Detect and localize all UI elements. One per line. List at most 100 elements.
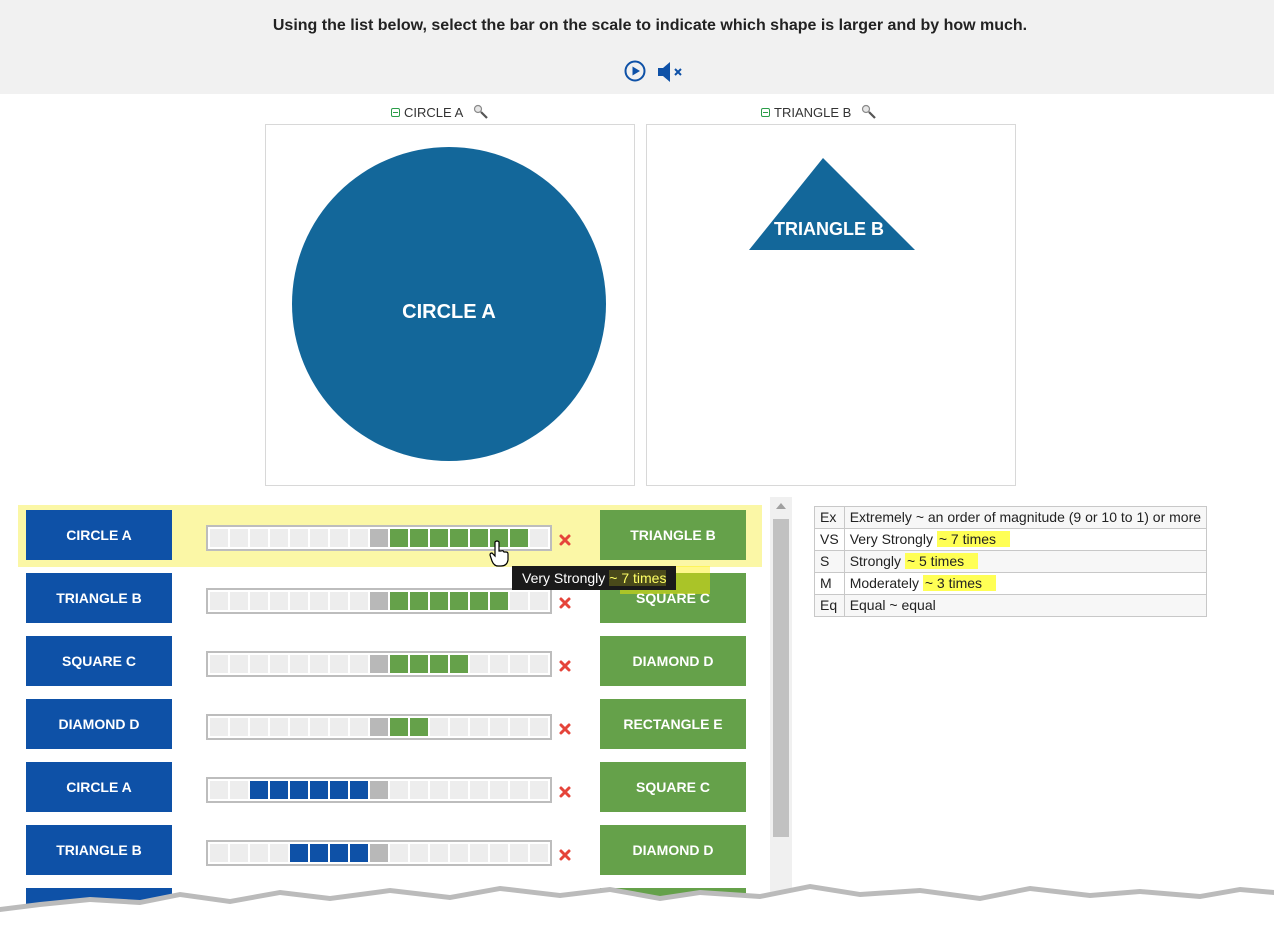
scale-cell[interactable] [490,844,508,862]
scroll-thumb[interactable] [773,519,789,837]
scale-cell[interactable] [530,781,548,799]
scale-cell[interactable] [450,844,468,862]
scale-cell[interactable] [290,718,308,736]
scale-cell[interactable] [330,781,348,799]
scale-cell[interactable] [270,529,288,547]
delete-icon[interactable] [558,596,572,610]
scale-cell[interactable] [230,718,248,736]
scale-cell[interactable] [230,655,248,673]
scale-cell[interactable] [370,592,388,610]
scale-cell[interactable] [510,592,528,610]
scale-cell[interactable] [530,529,548,547]
scale-cell[interactable] [490,655,508,673]
scale-cell[interactable] [390,529,408,547]
scale-cell[interactable] [310,844,328,862]
left-shape-button[interactable]: DIAMOND D [26,699,172,749]
scale-cell[interactable] [370,718,388,736]
scale-cell[interactable] [250,529,268,547]
scale-cell[interactable] [250,781,268,799]
scale-cell[interactable] [350,529,368,547]
scale-cell[interactable] [390,592,408,610]
scale-cell[interactable] [410,781,428,799]
scale-cell[interactable] [230,844,248,862]
scale-cell[interactable] [270,844,288,862]
scale-cell[interactable] [330,718,348,736]
comparison-scale[interactable] [206,777,552,803]
left-shape-button[interactable]: CIRCLE A [26,762,172,812]
right-shape-button[interactable]: TRIANGLE B [600,510,746,560]
scale-cell[interactable] [270,592,288,610]
scale-cell[interactable] [210,844,228,862]
scale-cell[interactable] [410,655,428,673]
scale-cell[interactable] [450,781,468,799]
scale-cell[interactable] [330,844,348,862]
delete-icon[interactable] [558,848,572,862]
scale-cell[interactable] [410,844,428,862]
scale-cell[interactable] [330,655,348,673]
scale-cell[interactable] [530,844,548,862]
scale-cell[interactable] [350,844,368,862]
magnifier-icon[interactable] [473,104,489,120]
right-shape-button[interactable]: DIAMOND D [600,636,746,686]
left-shape-button[interactable]: SQUARE C [26,636,172,686]
scale-cell[interactable] [390,844,408,862]
collapse-icon[interactable] [761,107,770,117]
scale-cell[interactable] [350,655,368,673]
scale-cell[interactable] [310,655,328,673]
scale-cell[interactable] [370,781,388,799]
scale-cell[interactable] [270,655,288,673]
scale-cell[interactable] [290,844,308,862]
scale-cell[interactable] [430,655,448,673]
scale-cell[interactable] [210,718,228,736]
scale-cell[interactable] [310,781,328,799]
scale-cell[interactable] [350,592,368,610]
scale-cell[interactable] [470,655,488,673]
mute-icon[interactable] [656,60,696,84]
scale-cell[interactable] [390,718,408,736]
left-shape-button[interactable]: TRIANGLE B [26,573,172,623]
scale-cell[interactable] [290,781,308,799]
scale-cell[interactable] [330,529,348,547]
scale-cell[interactable] [510,781,528,799]
scale-cell[interactable] [250,655,268,673]
left-shape-button[interactable]: TRIANGLE B [26,825,172,875]
scale-cell[interactable] [490,781,508,799]
scale-cell[interactable] [410,529,428,547]
scale-cell[interactable] [410,718,428,736]
scale-cell[interactable] [210,529,228,547]
scale-cell[interactable] [290,592,308,610]
scale-cell[interactable] [450,592,468,610]
scale-cell[interactable] [250,844,268,862]
comparison-scale[interactable] [206,588,552,614]
collapse-icon[interactable] [391,107,400,117]
scale-cell[interactable] [210,781,228,799]
comparison-scale[interactable] [206,714,552,740]
scale-cell[interactable] [310,718,328,736]
scale-cell[interactable] [390,655,408,673]
scale-cell[interactable] [470,529,488,547]
delete-icon[interactable] [558,722,572,736]
scale-cell[interactable] [310,592,328,610]
scale-cell[interactable] [290,655,308,673]
scale-cell[interactable] [230,781,248,799]
scale-cell[interactable] [230,592,248,610]
scale-cell[interactable] [270,781,288,799]
scale-cell[interactable] [370,844,388,862]
scale-cell[interactable] [290,529,308,547]
scale-cell[interactable] [250,718,268,736]
scale-cell[interactable] [490,592,508,610]
scale-cell[interactable] [530,592,548,610]
scale-cell[interactable] [450,655,468,673]
scale-cell[interactable] [430,781,448,799]
play-icon[interactable] [624,60,646,82]
scale-cell[interactable] [430,592,448,610]
comparison-scale[interactable] [206,840,552,866]
scale-cell[interactable] [470,844,488,862]
scale-cell[interactable] [270,718,288,736]
delete-icon[interactable] [558,533,572,547]
scale-cell[interactable] [350,781,368,799]
right-shape-button[interactable]: RECTANGLE E [600,699,746,749]
scale-cell[interactable] [390,781,408,799]
scale-cell[interactable] [330,592,348,610]
scale-cell[interactable] [210,655,228,673]
